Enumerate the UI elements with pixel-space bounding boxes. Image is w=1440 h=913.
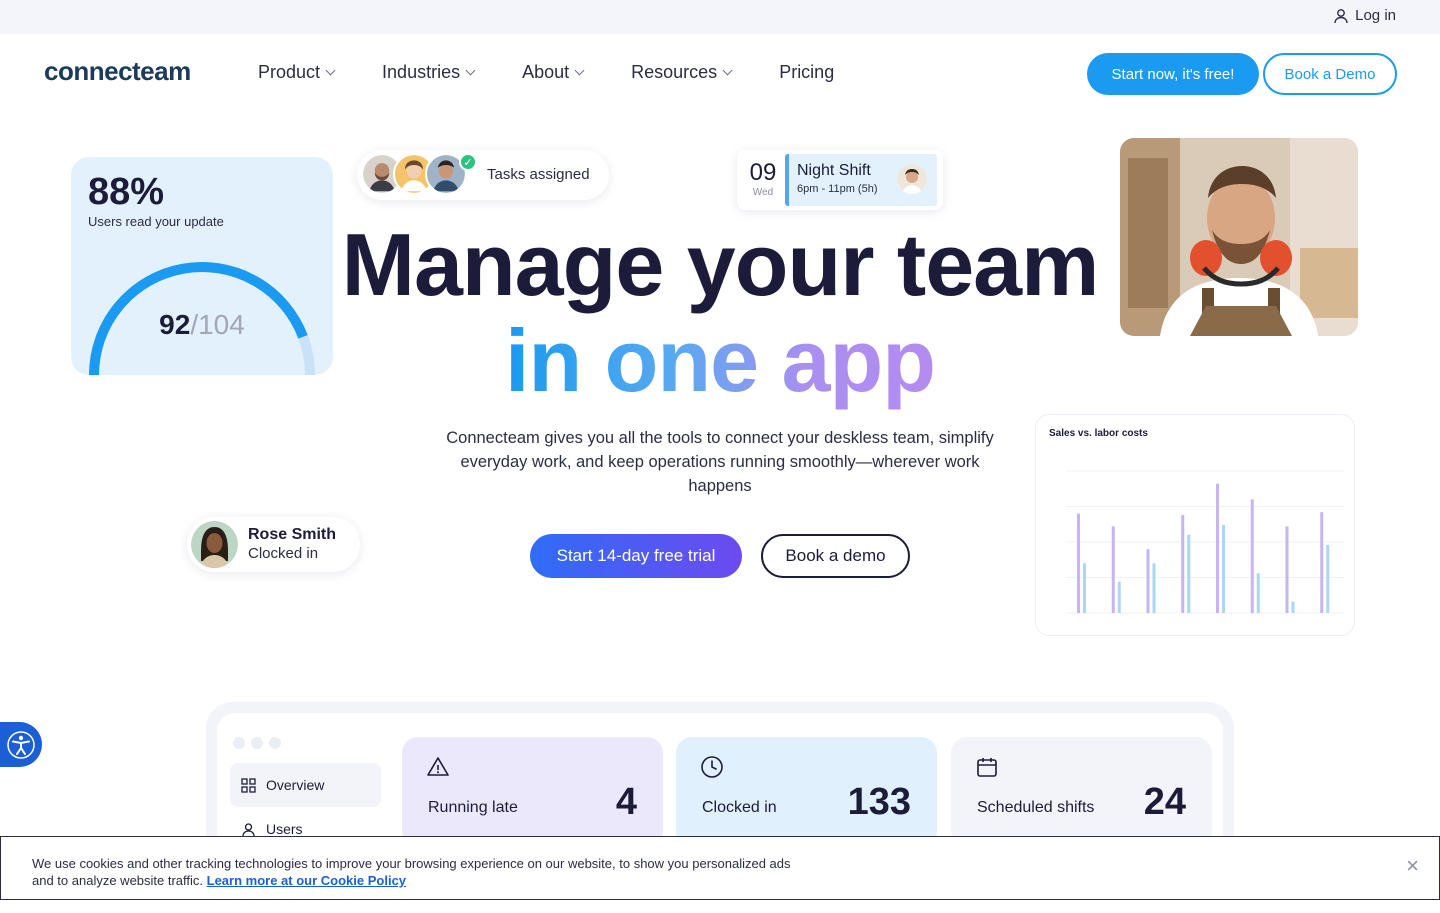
- chart-bar-sales: [1077, 513, 1080, 613]
- hero-title-line2: in one app: [0, 310, 1440, 412]
- free-trial-button[interactable]: Start 14-day free trial: [530, 534, 742, 578]
- stat-value: 24: [1143, 781, 1186, 823]
- chevron-down-icon: [465, 65, 476, 76]
- grid-icon: [241, 777, 256, 793]
- nav-product-label: Product: [258, 62, 321, 82]
- stat-label: Running late: [428, 799, 518, 816]
- sales-labor-chart-card: Sales vs. labor costs: [1035, 414, 1355, 636]
- chart-bar-labor: [1256, 573, 1260, 613]
- hero-lead: Connecteam gives you all the tools to co…: [446, 429, 994, 495]
- tasks-assigned-label: Tasks assigned: [487, 166, 590, 183]
- nav-resources[interactable]: Resources: [631, 62, 733, 83]
- sidebar-item-overview[interactable]: Overview: [230, 763, 381, 807]
- user-icon: [1334, 8, 1348, 23]
- chart-bar-labor: [1187, 534, 1191, 613]
- stat-scheduled-shifts[interactable]: Scheduled shifts 24: [951, 737, 1212, 847]
- chart-bar-sales: [1250, 499, 1254, 613]
- nav-about-label: About: [522, 62, 570, 82]
- shift-weekday: Wed: [752, 187, 774, 198]
- cookie-banner: We use cookies and other tracking techno…: [0, 836, 1440, 900]
- chart-bar-labor: [1083, 563, 1086, 613]
- start-free-button[interactable]: Start now, it's free!: [1087, 53, 1259, 95]
- sales-labor-chart: [1066, 470, 1344, 614]
- hero-title-line2-text: in one app: [505, 311, 936, 410]
- nav-pricing[interactable]: Pricing: [779, 62, 834, 83]
- check-icon: ✓: [459, 153, 477, 171]
- nav-industries-label: Industries: [382, 62, 461, 82]
- chart-bar-sales: [1146, 549, 1150, 613]
- clock-in-status: Clocked in: [248, 545, 319, 562]
- window-dot: [269, 737, 281, 749]
- login-link[interactable]: Log in: [1333, 7, 1396, 24]
- user-icon: [242, 822, 255, 836]
- chart-bar-labor: [1152, 563, 1156, 613]
- chart-title: Sales vs. labor costs: [1049, 428, 1148, 439]
- stat-value: 4: [615, 781, 637, 823]
- chevron-down-icon: [574, 65, 585, 76]
- hero-title-line1: Manage your team: [341, 215, 1100, 314]
- chart-bar-labor: [1222, 524, 1225, 613]
- stat-label: Clocked in: [702, 799, 777, 816]
- cookie-text: We use cookies and other tracking techno…: [32, 855, 792, 889]
- sidebar-item-label: Overview: [266, 777, 325, 793]
- main-nav: connecteam Product Industries About Reso…: [0, 34, 1440, 114]
- shift-title: Night Shift: [797, 162, 871, 179]
- nav-industries[interactable]: Industries: [382, 62, 476, 83]
- stat-value: 133: [847, 781, 911, 823]
- nav-resources-label: Resources: [631, 62, 718, 82]
- hero-book-demo-button[interactable]: Book a demo: [761, 534, 910, 578]
- chart-bar-sales: [1216, 483, 1219, 613]
- shift-time: 6pm - 11pm (5h): [797, 183, 878, 195]
- top-utility-bar: Log in: [0, 0, 1440, 34]
- stat-clocked-in[interactable]: Clocked in 133: [676, 737, 937, 847]
- close-icon[interactable]: ×: [1406, 855, 1419, 877]
- nav-pricing-label: Pricing: [779, 62, 835, 82]
- login-label: Log in: [1355, 7, 1396, 24]
- nav-product[interactable]: Product: [258, 62, 336, 83]
- nav-links: Product Industries About Resources Prici…: [258, 62, 834, 83]
- window-dot: [233, 737, 245, 749]
- chart-bar-sales: [1181, 515, 1185, 613]
- connecteam-logo[interactable]: connecteam: [44, 56, 191, 87]
- chart-bar-sales: [1320, 512, 1324, 613]
- cookie-message: We use cookies and other tracking techno…: [32, 856, 791, 888]
- read-percent: 88%: [88, 171, 165, 213]
- avatar: [897, 164, 927, 194]
- book-demo-button[interactable]: Book a Demo: [1263, 53, 1397, 95]
- calendar-icon: [977, 758, 997, 777]
- warning-icon: [427, 757, 449, 776]
- chart-bar-sales: [1285, 526, 1289, 613]
- nav-about[interactable]: About: [522, 62, 585, 83]
- clock-in-pill: Rose Smith Clocked in: [187, 517, 360, 572]
- chart-bar-sales: [1111, 526, 1115, 613]
- avatar: [191, 521, 238, 568]
- window-dot: [251, 737, 263, 749]
- clock-icon: [701, 756, 723, 778]
- stat-label: Scheduled shifts: [977, 799, 1095, 816]
- cookie-policy-link[interactable]: Learn more at our Cookie Policy: [207, 873, 406, 888]
- shift-details: Night Shift 6pm - 11pm (5h): [785, 154, 937, 206]
- clock-in-name: Rose Smith: [248, 526, 337, 543]
- tasks-assigned-pill: ✓ Tasks assigned: [357, 150, 609, 200]
- stat-running-late[interactable]: Running late 4: [402, 737, 663, 847]
- chart-bar-labor: [1117, 581, 1121, 613]
- accessibility-icon: [7, 730, 35, 759]
- sidebar-item-label: Users: [266, 821, 303, 837]
- shift-day: 09: [749, 159, 777, 186]
- chevron-down-icon: [325, 65, 336, 76]
- shift-card: 09 Wed Night Shift 6pm - 11pm (5h): [737, 150, 943, 210]
- chevron-down-icon: [722, 65, 733, 76]
- accessibility-button[interactable]: [0, 722, 42, 767]
- chart-bar-labor: [1326, 544, 1330, 613]
- chart-bar-labor: [1291, 601, 1295, 613]
